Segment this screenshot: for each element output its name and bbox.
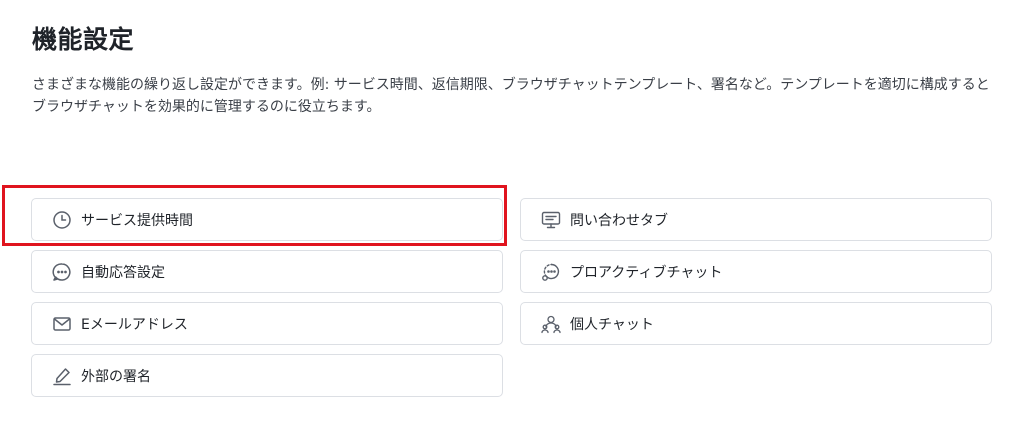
- feature-card-proactive-chat[interactable]: プロアクティブチャット: [520, 250, 992, 293]
- feature-card-label: サービス提供時間: [81, 212, 193, 229]
- feature-card-inquiry-tab[interactable]: 問い合わせタブ: [520, 198, 992, 241]
- chat-bubble-dots-icon: [52, 262, 72, 282]
- proactive-chat-icon: [541, 262, 561, 282]
- page-title: 機能設定: [32, 25, 135, 54]
- feature-settings-page: 機能設定 さまざまな機能の繰り返し設定ができます。例: サービス時間、返信期限、…: [0, 0, 1024, 431]
- monitor-chat-icon: [541, 210, 561, 230]
- feature-card-label: Eメールアドレス: [81, 316, 188, 333]
- person-group-icon: [541, 314, 561, 334]
- feature-card-label: 問い合わせタブ: [570, 212, 668, 229]
- feature-card-label: 個人チャット: [570, 316, 654, 333]
- mail-icon: [52, 314, 72, 334]
- page-description: さまざまな機能の繰り返し設定ができます。例: サービス時間、返信期限、ブラウザチ…: [32, 77, 990, 115]
- feature-card-label: プロアクティブチャット: [570, 264, 723, 281]
- signature-pen-icon: [52, 366, 72, 386]
- feature-card-email-address[interactable]: Eメールアドレス: [31, 302, 503, 345]
- feature-grid: サービス提供時間 問い合わせタブ 自動応答設定 プロアクティブチャット Eメール…: [31, 198, 992, 397]
- feature-card-external-signature[interactable]: 外部の署名: [31, 354, 503, 397]
- feature-card-label: 外部の署名: [81, 368, 151, 385]
- clock-icon: [52, 210, 72, 230]
- feature-card-label: 自動応答設定: [81, 264, 165, 281]
- feature-card-auto-reply[interactable]: 自動応答設定: [31, 250, 503, 293]
- feature-card-service-hours[interactable]: サービス提供時間: [31, 198, 503, 241]
- feature-card-personal-chat[interactable]: 個人チャット: [520, 302, 992, 345]
